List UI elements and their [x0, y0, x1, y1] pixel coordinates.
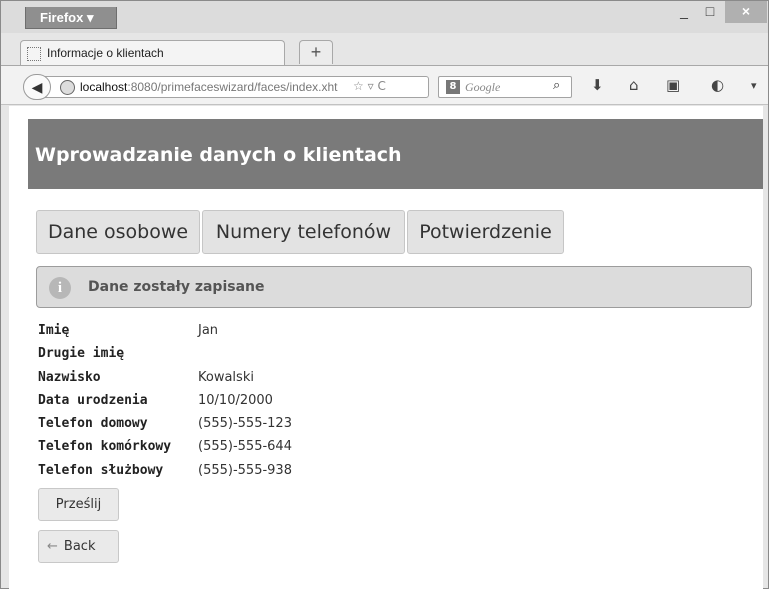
summary-value: (555)-555-938: [198, 462, 292, 478]
url-host: localhost: [80, 80, 128, 94]
minimize-button[interactable]: _: [671, 1, 697, 23]
summary-value: 10/10/2000: [198, 392, 273, 408]
summary-label: Data urodzenia: [38, 392, 148, 408]
summary-value: Jan: [198, 323, 219, 338]
maximize-button[interactable]: □: [697, 1, 723, 23]
navigation-bar: localhost:8080/primefaceswizard/faces/in…: [1, 65, 768, 105]
wizard-tab-confirmation[interactable]: Potwierdzenie: [407, 210, 564, 254]
tab-title: Informacje o klientach: [47, 46, 164, 60]
url-bar-icons: ☆ ▿ C: [353, 79, 386, 93]
dropdown-icon[interactable]: ▿: [368, 79, 374, 93]
submit-button[interactable]: Prześlij: [38, 488, 119, 521]
summary-label: Telefon służbowy: [38, 462, 164, 478]
summary-label: Drugie imię: [38, 346, 125, 362]
menu-icon[interactable]: ▾: [751, 79, 757, 92]
addon-icon[interactable]: ◐: [711, 76, 724, 94]
summary-label: Nazwisko: [38, 369, 101, 385]
summary-row: Data urodzenia 10/10/2000: [38, 390, 438, 413]
wizard-tab-phones[interactable]: Numery telefonów: [202, 210, 405, 254]
summary-table: Imię Jan Drugie imię Nazwisko Kowalski D…: [38, 320, 438, 483]
globe-icon: [60, 80, 75, 95]
summary-label: Imię: [38, 323, 70, 338]
browser-tab[interactable]: Informacje o klientach: [20, 40, 285, 66]
summary-value: Kowalski: [198, 369, 254, 385]
page-title: Wprowadzanie danych o klientach: [35, 144, 402, 166]
info-icon: i: [49, 277, 71, 299]
url-bar[interactable]: localhost:8080/primefaceswizard/faces/in…: [45, 76, 429, 98]
close-button[interactable]: ×: [725, 1, 767, 23]
summary-label: Telefon domowy: [38, 416, 148, 432]
page-content: Wprowadzanie danych o klientach Dane oso…: [9, 106, 763, 590]
search-engine-icon[interactable]: 8: [446, 80, 460, 94]
wizard-tab-personal[interactable]: Dane osobowe: [36, 210, 200, 254]
summary-row: Telefon domowy (555)-555-123: [38, 413, 438, 436]
back-arrow-icon: ←: [47, 539, 58, 554]
back-button[interactable]: ← Back: [38, 530, 119, 563]
browser-window: Firefox ▾ _ □ × Informacje o klientach +…: [0, 0, 769, 590]
search-icon[interactable]: ⌕: [553, 78, 560, 93]
summary-row: Telefon komórkowy (555)-555-644: [38, 436, 438, 459]
firefox-menu-button[interactable]: Firefox ▾: [25, 7, 117, 29]
home-icon[interactable]: ⌂: [629, 76, 639, 94]
title-bar: Firefox ▾ _ □ ×: [1, 1, 768, 33]
search-input[interactable]: Google: [465, 80, 500, 95]
reload-icon[interactable]: C: [377, 79, 385, 93]
page-header: Wprowadzanie danych o klientach: [28, 119, 763, 189]
back-arrow-icon[interactable]: ◀: [23, 74, 51, 100]
summary-row: Imię Jan: [38, 320, 438, 343]
download-icon[interactable]: ⬇: [591, 76, 604, 94]
new-tab-button[interactable]: +: [299, 40, 333, 64]
page-icon: [27, 47, 41, 61]
star-icon[interactable]: ☆: [353, 79, 364, 93]
summary-value: (555)-555-123: [198, 416, 292, 432]
summary-row: Nazwisko Kowalski: [38, 367, 438, 390]
summary-value: (555)-555-644: [198, 439, 292, 455]
message-text: Dane zostały zapisane: [88, 279, 265, 295]
summary-row: Drugie imię: [38, 343, 438, 366]
url-text: localhost:8080/primefaceswizard/faces/in…: [80, 80, 344, 94]
back-button-label: Back: [63, 539, 96, 554]
summary-label: Telefon komórkowy: [38, 439, 172, 455]
url-path: :8080/primefaceswizard/faces/index.xht: [127, 80, 338, 94]
search-bar[interactable]: 8 Google ⌕: [438, 76, 572, 98]
bookmarks-icon[interactable]: ▣: [666, 76, 680, 94]
info-message: i Dane zostały zapisane: [36, 266, 752, 308]
summary-row: Telefon służbowy (555)-555-938: [38, 460, 438, 483]
